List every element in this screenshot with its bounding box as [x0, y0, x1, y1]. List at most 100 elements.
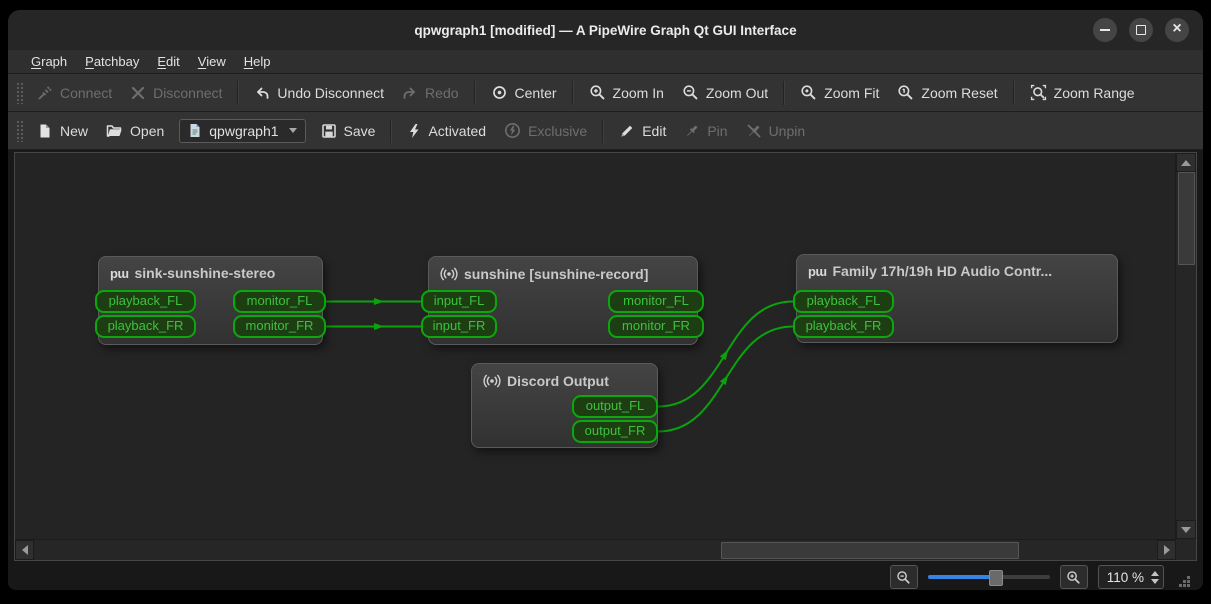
zoom-fit-icon: [801, 85, 816, 100]
zoom-out-button[interactable]: Zoom Out: [673, 79, 777, 106]
zoom-in-icon: [1067, 570, 1080, 584]
chevron-down-icon: [288, 128, 297, 133]
new-button[interactable]: New: [28, 118, 97, 144]
open-folder-icon: [106, 124, 122, 137]
spin-up-icon: [1151, 570, 1159, 576]
unpin-button[interactable]: Unpin: [737, 118, 815, 144]
minimize-icon: [1100, 29, 1110, 31]
graph-canvas[interactable]: pɯ sink-sunshine-stereo sunshine [sunshi…: [14, 152, 1197, 561]
statusbar: 110 %: [8, 561, 1203, 590]
save-button[interactable]: Save: [312, 118, 385, 144]
combobox-value: qpwgraph1: [209, 122, 279, 139]
zoom-reset-icon: [898, 85, 913, 100]
toolbar-separator: [783, 80, 786, 105]
vertical-scrollbar[interactable]: [1175, 153, 1196, 539]
redo-button[interactable]: Redo: [393, 80, 467, 106]
spinner-arrows[interactable]: [1151, 570, 1159, 584]
connect-button[interactable]: Connect: [28, 80, 121, 106]
wire-arrow-icon: [719, 349, 729, 361]
zoom-range-icon: [1030, 84, 1046, 101]
port-discord-output-fl[interactable]: output_FL: [572, 395, 658, 418]
app-window: qpwgraph1 [modified] — A PipeWire Graph …: [8, 10, 1203, 590]
statusbar-zoom-out-button[interactable]: [889, 565, 918, 589]
statusbar-zoom-in-button[interactable]: [1059, 565, 1088, 589]
toolbar-drag-handle[interactable]: [16, 81, 23, 104]
menu-help[interactable]: Help: [235, 52, 280, 71]
zoom-slider-handle[interactable]: [988, 570, 1003, 586]
port-sunshine-monitor-fr[interactable]: monitor_FR: [608, 315, 704, 338]
scroll-up-button[interactable]: [1176, 153, 1196, 172]
zoom-reset-button[interactable]: Zoom Reset: [888, 79, 1006, 106]
graph-toolbar: Connect Disconnect Undo Disconnect Redo: [8, 74, 1203, 112]
edit-button[interactable]: Edit: [610, 118, 675, 144]
arrow-down-icon: [1181, 526, 1191, 533]
zoom-out-icon: [897, 570, 910, 584]
scroll-left-button[interactable]: [15, 540, 34, 560]
menu-patchbay[interactable]: Patchbay: [76, 52, 148, 71]
toolbar-separator: [602, 118, 605, 143]
toolbar-separator: [237, 80, 240, 105]
disconnect-button[interactable]: Disconnect: [121, 80, 231, 106]
menubar: Graph Patchbay Edit View Help: [8, 50, 1203, 74]
graph-viewport[interactable]: pɯ sink-sunshine-stereo sunshine [sunshi…: [15, 153, 1176, 539]
window-title: qpwgraph1 [modified] — A PipeWire Graph …: [414, 22, 797, 38]
close-button[interactable]: ×: [1165, 18, 1189, 42]
open-button[interactable]: Open: [97, 118, 173, 144]
undo-disconnect-button[interactable]: Undo Disconnect: [245, 80, 393, 106]
toolbar-separator: [571, 80, 574, 105]
window-controls: ×: [1093, 18, 1189, 42]
wire-arrow-icon: [374, 323, 384, 330]
close-icon: ×: [1172, 20, 1182, 37]
maximize-button[interactable]: [1129, 18, 1153, 42]
port-discord-output-fr[interactable]: output_FR: [572, 420, 658, 443]
zoom-slider[interactable]: [927, 569, 1050, 586]
connect-icon: [38, 85, 52, 100]
pin-button[interactable]: Pin: [675, 118, 736, 144]
pipewire-icon: pɯ: [110, 265, 129, 281]
port-sink-monitor-fl[interactable]: monitor_FL: [233, 290, 326, 313]
menu-graph[interactable]: Graph: [22, 52, 76, 71]
stream-icon: [440, 267, 458, 281]
port-sunshine-input-fl[interactable]: input_FL: [421, 290, 497, 313]
activated-button[interactable]: Activated: [398, 118, 495, 144]
node-title: sink-sunshine-stereo: [134, 265, 276, 281]
patchbay-profile-combobox[interactable]: qpwgraph1: [179, 118, 306, 143]
port-sink-monitor-fr[interactable]: monitor_FR: [233, 315, 326, 338]
port-sink-playback-fr[interactable]: playback_FR: [95, 315, 196, 338]
wire-arrow-icon: [719, 374, 729, 386]
port-sunshine-monitor-fl[interactable]: monitor_FL: [608, 290, 704, 313]
zoom-in-icon: [589, 85, 604, 100]
minimize-button[interactable]: [1093, 18, 1117, 42]
scroll-right-button[interactable]: [1157, 540, 1176, 560]
vertical-scrollbar-thumb[interactable]: [1178, 172, 1195, 265]
redo-icon: [403, 87, 415, 99]
menu-edit[interactable]: Edit: [148, 52, 188, 71]
canvas-area: pɯ sink-sunshine-stereo sunshine [sunshi…: [8, 150, 1203, 561]
port-family-playback-fr[interactable]: playback_FR: [793, 315, 894, 338]
resize-grip[interactable]: [1178, 575, 1191, 588]
port-sunshine-input-fr[interactable]: input_FR: [421, 315, 497, 338]
menu-view[interactable]: View: [189, 52, 235, 71]
arrow-right-icon: [1163, 545, 1170, 555]
node-title: Family 17h/19h HD Audio Contr...: [832, 263, 1053, 279]
unpin-icon: [747, 124, 760, 137]
horizontal-scrollbar[interactable]: [15, 539, 1176, 560]
zoom-in-button[interactable]: Zoom In: [580, 79, 673, 106]
zoom-percent-spinbox[interactable]: 110 %: [1097, 565, 1164, 589]
node-title: Discord Output: [507, 373, 609, 389]
zoom-fit-button[interactable]: Zoom Fit: [791, 79, 888, 106]
connections: [326, 298, 794, 433]
zoom-range-button[interactable]: Zoom Range: [1021, 79, 1144, 106]
center-button[interactable]: Center: [482, 79, 566, 106]
exclusive-button[interactable]: Exclusive: [495, 117, 596, 144]
arrow-left-icon: [21, 545, 28, 555]
exclusive-icon: [505, 123, 521, 138]
toolbar-drag-handle[interactable]: [16, 119, 23, 142]
patchbay-file-icon: [190, 124, 200, 137]
zoom-percent-value: 110 %: [1106, 569, 1144, 585]
scroll-down-button[interactable]: [1176, 520, 1196, 539]
port-family-playback-fl[interactable]: playback_FL: [793, 290, 894, 313]
toolbar-separator: [473, 80, 476, 105]
port-sink-playback-fl[interactable]: playback_FL: [95, 290, 196, 313]
horizontal-scrollbar-thumb[interactable]: [721, 542, 1019, 559]
